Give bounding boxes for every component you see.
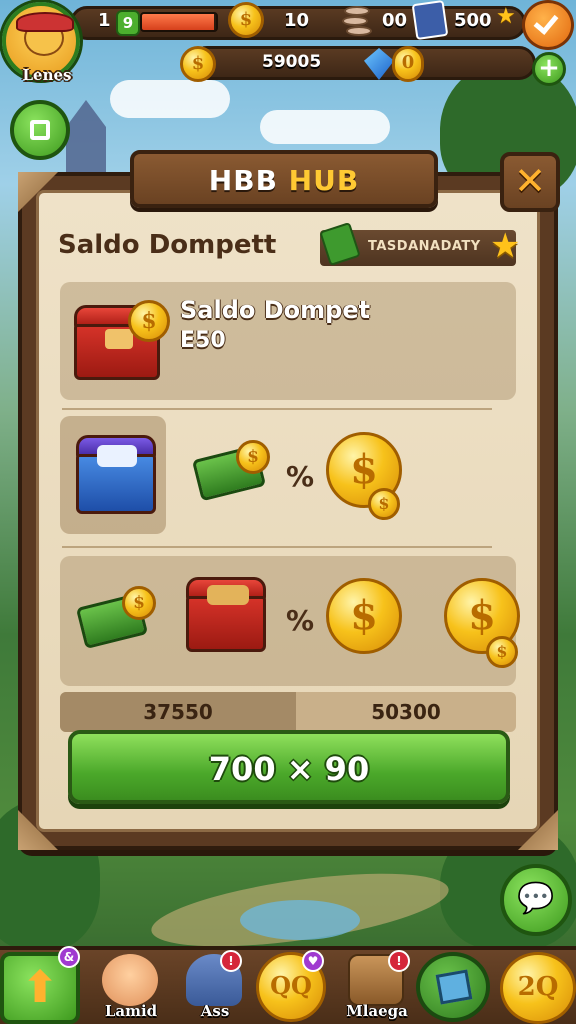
coin-icon: $ (180, 46, 216, 82)
gem-count: 0 (392, 46, 424, 82)
player-avatar[interactable]: Lenes (2, 2, 80, 84)
red-chest-icon (186, 577, 266, 652)
nav-item-lamid[interactable]: & Lamid (58, 946, 174, 1024)
river (240, 900, 360, 940)
character-icon (102, 954, 158, 1006)
menu-side-button[interactable] (10, 100, 70, 160)
player-name: Lenes (22, 66, 72, 84)
confirm-button[interactable]: 700 × 90 (68, 730, 510, 804)
tag-label: TASDANADATY (368, 239, 481, 254)
panel-title: HBB HUB (134, 164, 434, 197)
coin-icon: $ (122, 586, 156, 620)
coin-icon: $ (128, 300, 170, 342)
nav-item-mlaega[interactable]: ! Mlaega (334, 950, 420, 1024)
avatar-hat (16, 12, 74, 32)
add-currency-button[interactable]: + (532, 52, 566, 86)
nav-label: Lamid (104, 1002, 158, 1020)
nav-badge: & (58, 946, 80, 968)
star-icon: ★ (490, 226, 521, 266)
nav-item-ass[interactable]: ! Ass (172, 950, 258, 1024)
gem-count-text: 0 (401, 52, 415, 73)
value-left: 37550 (143, 700, 213, 724)
xp-progress-bar (140, 12, 218, 32)
cards-count: 500 (454, 10, 492, 31)
coin-icon: $ (228, 2, 264, 38)
wallet-title: Saldo Dompett (58, 230, 277, 260)
wallet-row-title: Saldo Dompet (180, 296, 371, 324)
nav-item-qq[interactable]: QQ ♥ (252, 950, 338, 1024)
percent-sign: % (286, 604, 315, 637)
stack-count: 00 (382, 10, 408, 31)
chat-bubble-icon: 💬 (517, 881, 555, 916)
map-icon (435, 969, 473, 1005)
nav-label: Ass (200, 1002, 230, 1020)
big-coin-icon: $ (326, 578, 402, 654)
divider (62, 546, 492, 548)
values-bar: 37550 50300 (60, 692, 516, 732)
blue-chest-icon (76, 435, 156, 514)
map-button[interactable] (416, 952, 490, 1022)
nav-badge: ! (388, 950, 410, 972)
title-part1: HBB (208, 164, 278, 197)
balance-amount: 59005 (262, 52, 322, 72)
close-button[interactable]: ✕ (500, 152, 560, 212)
cloud (110, 80, 230, 118)
check-icon (533, 9, 559, 35)
level-badge: 9 (116, 10, 140, 36)
confirm-button-label: 700 × 90 (208, 750, 370, 788)
nav-badge: ! (220, 950, 242, 972)
value-right: 50300 (371, 700, 441, 724)
cards-icon (411, 0, 449, 41)
coin-icon: $ (368, 488, 400, 520)
percent-sign: % (286, 460, 315, 493)
title-part2: HUB (288, 164, 360, 197)
hud-bar-balance (190, 46, 536, 80)
player-level: 1 (98, 10, 111, 31)
cloud (260, 110, 390, 144)
coin-icon: $ (486, 636, 518, 668)
qq-label: QQ (270, 971, 312, 1000)
coin-shop-label: 2Q (517, 972, 559, 1002)
nav-badge: ♥ (302, 950, 324, 972)
tag-banner[interactable]: TASDANADATY ★ (319, 221, 520, 267)
check-button[interactable] (522, 0, 574, 50)
coin-shop-button[interactable]: 2Q (500, 952, 576, 1024)
xp-progress-fill (142, 14, 214, 30)
square-icon (30, 120, 50, 140)
chat-button[interactable]: 💬 (500, 864, 572, 936)
title-plank: HBB HUB (130, 150, 438, 208)
wallet-row-amount: E50 (180, 328, 226, 353)
up-arrow-icon: ⬆ (21, 962, 59, 1013)
star-icon: ★ (496, 4, 516, 29)
coins-count: 10 (284, 10, 310, 31)
divider (62, 408, 492, 410)
coin-stack-icon (340, 4, 374, 38)
nav-label: Mlaega (346, 1002, 408, 1020)
coin-icon: $ (236, 440, 270, 474)
